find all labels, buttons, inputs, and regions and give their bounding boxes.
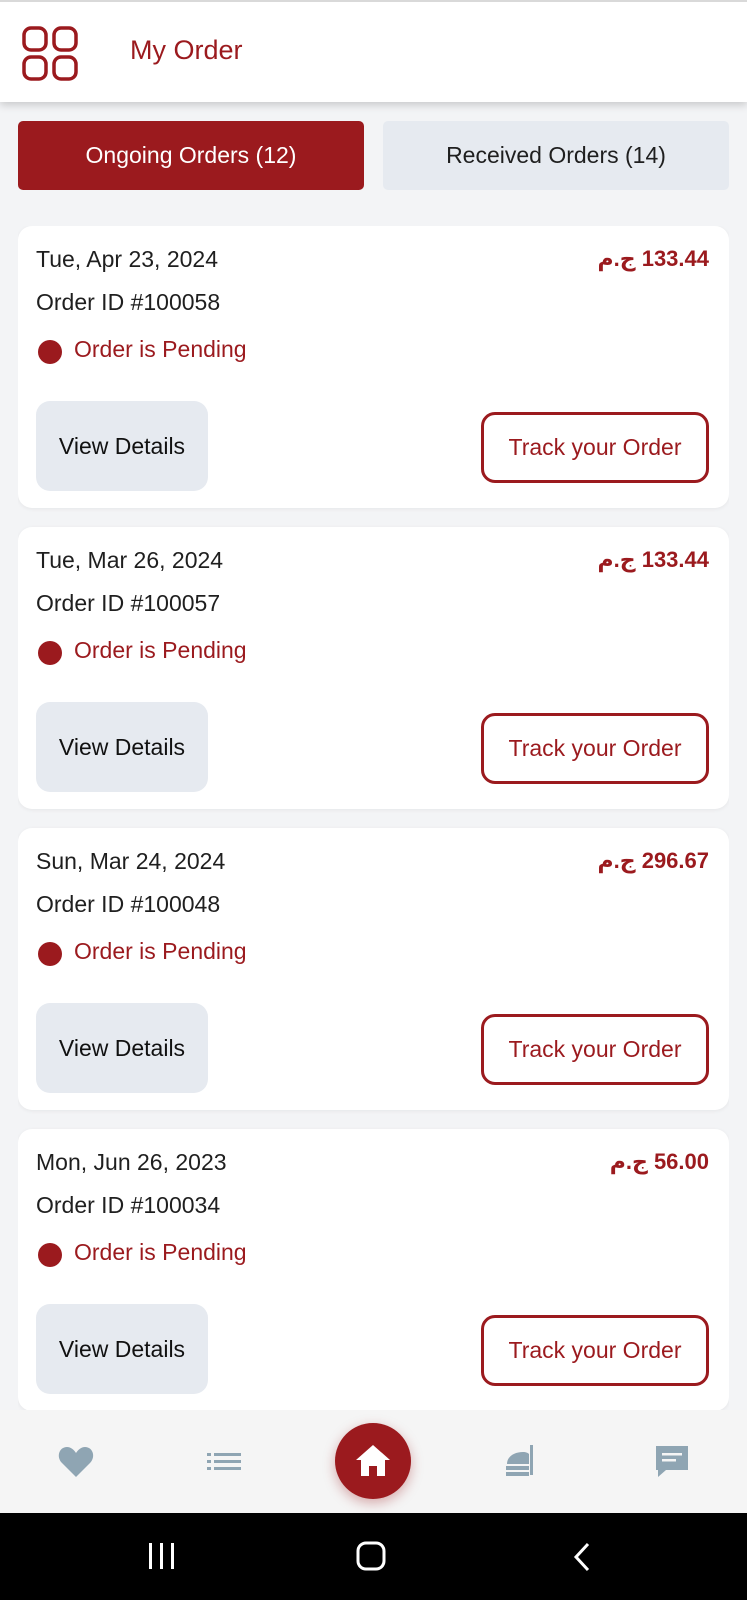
order-card: Tue, Mar 26, 2024 Order ID #100057 133.4… — [18, 527, 729, 809]
order-price: 133.44 ج.م — [597, 547, 709, 572]
page-title: My Order — [130, 35, 243, 65]
order-tabs: Ongoing Orders (12) Received Orders (14) — [18, 121, 729, 190]
recent-apps-icon[interactable] — [146, 1541, 178, 1576]
view-details-button[interactable]: View Details — [36, 401, 208, 491]
order-status: Order is Pending — [74, 336, 247, 362]
order-status: Order is Pending — [74, 938, 247, 964]
order-status: Order is Pending — [74, 637, 247, 663]
tab-ongoing-orders[interactable]: Ongoing Orders (12) — [18, 121, 364, 190]
chat-icon[interactable] — [652, 1442, 692, 1482]
order-id: Order ID #100057 — [36, 590, 221, 616]
food-tray-icon[interactable] — [503, 1442, 543, 1482]
status-dot-icon — [38, 340, 62, 364]
order-price: 296.67 ج.م — [597, 848, 709, 873]
system-nav-bar — [0, 1513, 747, 1600]
order-date: Tue, Apr 23, 2024 — [36, 246, 219, 272]
grid-menu-icon[interactable] — [22, 26, 80, 82]
order-date: Mon, Jun 26, 2023 — [36, 1149, 227, 1175]
order-card: Tue, Apr 23, 2024 Order ID #100058 133.4… — [18, 226, 729, 508]
list-icon[interactable] — [205, 1442, 245, 1482]
order-date: Sun, Mar 24, 2024 — [36, 848, 226, 874]
tab-received-orders[interactable]: Received Orders (14) — [383, 121, 729, 190]
track-order-button[interactable]: Track your Order — [481, 1014, 709, 1085]
home-button[interactable] — [335, 1423, 411, 1499]
status-dot-icon — [38, 942, 62, 966]
bottom-nav — [0, 1410, 747, 1513]
view-details-button[interactable]: View Details — [36, 702, 208, 792]
back-icon[interactable] — [570, 1541, 594, 1578]
order-price: 133.44 ج.م — [597, 246, 709, 271]
track-order-button[interactable]: Track your Order — [481, 412, 709, 483]
order-card: Sun, Mar 24, 2024 Order ID #100048 296.6… — [18, 828, 729, 1110]
order-price: 56.00 ج.م — [609, 1149, 709, 1174]
orders-list[interactable]: Tue, Apr 23, 2024 Order ID #100058 133.4… — [18, 226, 729, 1410]
app-header: My Order — [0, 0, 747, 102]
order-id: Order ID #100048 — [36, 891, 221, 917]
order-card: Mon, Jun 26, 2023 Order ID #100034 56.00… — [18, 1129, 729, 1410]
heart-icon[interactable] — [56, 1442, 96, 1482]
status-dot-icon — [38, 641, 62, 665]
view-details-button[interactable]: View Details — [36, 1003, 208, 1093]
order-status: Order is Pending — [74, 1239, 247, 1265]
home-nav-icon[interactable] — [356, 1541, 386, 1576]
track-order-button[interactable]: Track your Order — [481, 713, 709, 784]
track-order-button[interactable]: Track your Order — [481, 1315, 709, 1386]
status-dot-icon — [38, 1243, 62, 1267]
view-details-button[interactable]: View Details — [36, 1304, 208, 1394]
order-date: Tue, Mar 26, 2024 — [36, 547, 224, 573]
home-icon — [356, 1445, 390, 1476]
order-id: Order ID #100034 — [36, 1192, 221, 1218]
order-id: Order ID #100058 — [36, 289, 221, 315]
